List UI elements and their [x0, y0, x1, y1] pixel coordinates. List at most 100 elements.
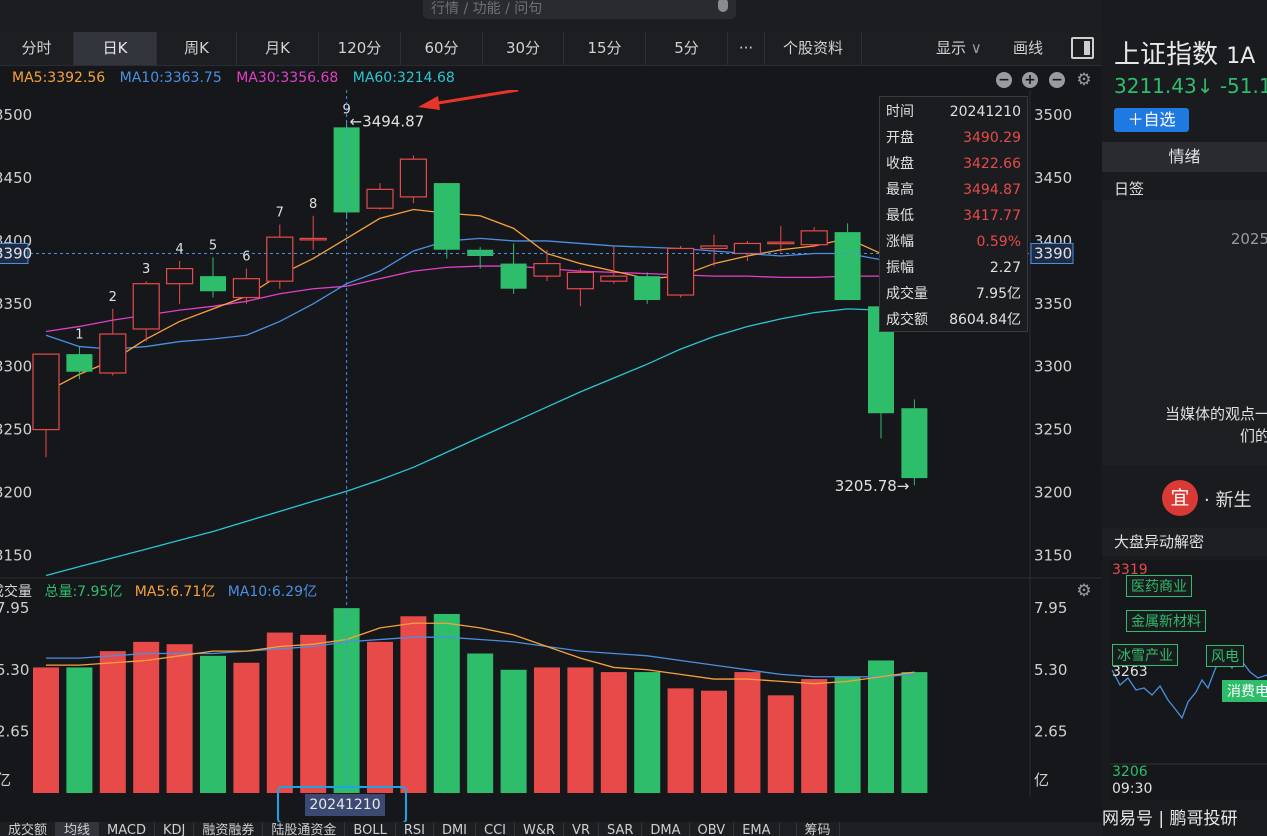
mini-intraday-chart[interactable]: 3319 3263 3206 09:30 医药商业 金属新材料 冰雪产业 风电 …: [1110, 560, 1267, 800]
tab-5min[interactable]: 5分: [646, 32, 728, 65]
crosshair-left-label: 3390: [0, 245, 32, 263]
tooltip-row: 涨幅 0.59%: [886, 229, 1021, 255]
tab-weekly-k[interactable]: 周K: [157, 32, 237, 65]
candle-body-up: [299, 237, 327, 241]
tooltip-row: 振幅 2.27: [886, 255, 1021, 281]
tab-30min[interactable]: 30分: [483, 32, 564, 65]
price-tick-right: 3300: [1034, 358, 1072, 376]
tab-stock-info[interactable]: 个股资料: [765, 32, 862, 65]
zoom-in-icon[interactable]: +: [1022, 72, 1038, 88]
indicator-tab[interactable]: 融资融券: [194, 822, 264, 836]
indicator-tab[interactable]: [780, 822, 797, 836]
volume-bar: [634, 672, 661, 793]
index-name: 上证指数: [1114, 40, 1219, 70]
indicator-tab[interactable]: MACD: [99, 822, 155, 836]
tooltip-value: 3422.66: [963, 156, 1021, 172]
tooltip-value: 2.27: [989, 260, 1021, 276]
indicator-tab[interactable]: OBV: [690, 822, 735, 836]
volume-bar: [801, 679, 828, 793]
indicator-tab[interactable]: W&R: [515, 822, 565, 836]
indicator-tab[interactable]: 均线: [56, 822, 100, 836]
volume-bar: [367, 641, 393, 793]
quote-line-2: 们的: [1239, 427, 1267, 445]
indicator-tab[interactable]: KDJ: [155, 822, 195, 836]
volume-bar: [667, 688, 694, 793]
candle-body-up: [600, 275, 628, 282]
daily-sign-quote: 当媒体的观点一 们的: [1160, 403, 1267, 447]
tooltip-row: 收盘 3422.66: [886, 151, 1021, 177]
add-watchlist-button[interactable]: ＋自选: [1114, 108, 1189, 132]
draw-button[interactable]: 画线: [1013, 32, 1043, 66]
indicator-tab[interactable]: BOLL: [345, 822, 396, 836]
chevron-down-icon: ∨: [970, 39, 982, 57]
indicator-tab[interactable]: VR: [564, 822, 599, 836]
zoom-out-icon[interactable]: −: [996, 72, 1012, 88]
indicator-tabs: 成交额 均线 MACD KDJ 融资融券 陆股通资金 BOLL RSI DMI CCI W&R VR S…: [0, 822, 1102, 836]
tab-monthly-k[interactable]: 月K: [237, 32, 319, 65]
candle-number-label: 8: [309, 197, 317, 212]
volume-bar: [534, 667, 560, 793]
volume-tick-left: 7.95: [0, 599, 29, 617]
tooltip-row: 成交额 8604.84亿: [886, 307, 1021, 333]
candle-body-down: [66, 354, 93, 372]
tab-fenshi[interactable]: 分时: [0, 32, 74, 65]
display-dropdown[interactable]: 显示 ∨: [936, 32, 982, 66]
tag-wind-power[interactable]: 风电: [1206, 645, 1244, 667]
tag-ice-snow[interactable]: 冰雪产业: [1112, 644, 1178, 666]
panel-toggle-icon[interactable]: [1071, 37, 1094, 59]
candle-number-label: 2: [109, 290, 117, 305]
index-price: 3211.43↓ -51.1: [1114, 74, 1267, 98]
indicator-tab[interactable]: DMA: [642, 822, 690, 836]
candle-body-down: [500, 263, 527, 289]
volume-bar: [567, 667, 594, 793]
price-tick-right: 3450: [1034, 169, 1072, 187]
tag-metal[interactable]: 金属新材料: [1126, 610, 1206, 632]
tab-more[interactable]: ···: [728, 32, 765, 65]
candle-body-up: [533, 262, 561, 277]
candle-body-up: [32, 353, 60, 431]
volume-bar: [433, 613, 460, 793]
settings-gear-icon[interactable]: ⚙: [1076, 72, 1092, 89]
minus-icon[interactable]: −: [1049, 72, 1065, 88]
search-input[interactable]: 行情 / 功能 / 问句: [423, 0, 736, 19]
crosshair-right-label: 3390: [1034, 245, 1072, 263]
tab-60min[interactable]: 60分: [401, 32, 483, 65]
display-label: 显示: [936, 39, 967, 57]
volume-settings-icon[interactable]: ⚙: [1076, 583, 1092, 600]
tab-15min[interactable]: 15分: [564, 32, 646, 65]
volume-tick-right: 亿: [1034, 771, 1049, 789]
candle-body-up: [733, 242, 762, 255]
indicator-tab[interactable]: CCI: [476, 822, 516, 836]
yi-text: · 新生: [1204, 490, 1252, 511]
tooltip-row: 最高 3494.87: [886, 177, 1021, 203]
tooltip-value: 3490.29: [963, 130, 1021, 146]
tab-daily-k[interactable]: 日K: [74, 32, 157, 65]
mini-low: 3206: [1112, 764, 1148, 780]
volume-bar: [99, 651, 126, 793]
tooltip-value: 7.95亿: [975, 286, 1021, 302]
tab-120min[interactable]: 120分: [319, 32, 401, 65]
indicator-tab[interactable]: DMI: [434, 822, 477, 836]
sentiment-section-header[interactable]: 情绪: [1102, 142, 1267, 172]
top-bar: 行情 / 功能 / 问句: [0, 0, 1102, 32]
tag-pharma[interactable]: 医药商业: [1126, 575, 1192, 597]
price-tick-left: 3150: [0, 546, 32, 564]
indicator-tab[interactable]: 陆股通资金: [263, 822, 346, 836]
indicator-tab[interactable]: 成交额: [0, 822, 57, 836]
volume-bar: [767, 695, 794, 793]
microphone-icon[interactable]: [718, 0, 728, 12]
indicator-tab[interactable]: EMA: [734, 822, 780, 836]
candle-body-up: [132, 283, 160, 330]
tooltip-value: 8604.84亿: [949, 312, 1021, 328]
index-code: 1A: [1226, 44, 1256, 69]
volume-bar: [500, 669, 527, 793]
indicator-tab[interactable]: 筹码: [797, 822, 840, 836]
tag-consumer-electronics[interactable]: 消费电: [1222, 680, 1267, 702]
market-anomaly-header[interactable]: 大盘异动解密: [1102, 528, 1267, 556]
volume-bar: [901, 672, 928, 793]
candle-body-down: [467, 249, 494, 257]
ohlc-tooltip: 时间 20241210 开盘 3490.29 收盘 3422.66 最高 3494.87 最低 3…: [879, 96, 1028, 332]
candle-body-down: [200, 276, 226, 292]
indicator-tab[interactable]: RSI: [396, 822, 434, 836]
indicator-tab[interactable]: SAR: [599, 822, 643, 836]
